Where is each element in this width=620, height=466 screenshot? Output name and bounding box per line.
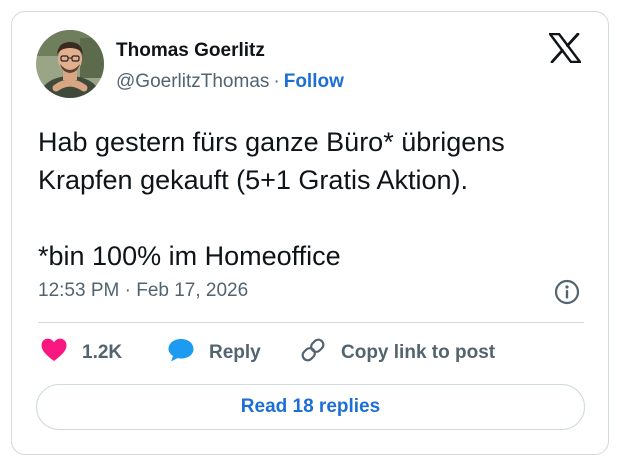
tweet-timestamp[interactable]: 12:53 PM · Feb 17, 2026 xyxy=(38,280,248,302)
follow-button[interactable]: Follow xyxy=(284,71,344,92)
reply-button[interactable]: Reply xyxy=(167,338,261,368)
author-handle[interactable]: @GoerlitzThomas xyxy=(116,71,269,92)
heart-icon xyxy=(40,337,68,369)
tweet-text-line: *bin 100% im Homeoffice xyxy=(38,241,341,271)
reply-label: Reply xyxy=(209,342,261,363)
author-handle-row: @GoerlitzThomas · Follow xyxy=(116,71,344,93)
tweet-text-line: Hab gestern fürs ganze Büro* übrigens xyxy=(38,127,505,157)
copy-link-button[interactable]: Copy link to post xyxy=(299,338,495,368)
avatar[interactable] xyxy=(36,30,104,98)
separator-dot: · xyxy=(273,71,280,92)
divider xyxy=(38,322,584,323)
x-logo-icon[interactable] xyxy=(548,32,582,64)
copy-link-label: Copy link to post xyxy=(341,342,496,363)
read-replies-button[interactable]: Read 18 replies xyxy=(36,384,585,430)
like-count: 1.2K xyxy=(82,342,123,363)
tweet-card: Thomas Goerlitz @GoerlitzThomas · Follow H… xyxy=(11,11,609,455)
info-icon[interactable] xyxy=(554,279,580,305)
tweet-text: Hab gestern fürs ganze Büro* übrigens Kr… xyxy=(38,123,598,275)
tweet-text-line: Krapfen gekauft (5+1 Gratis Aktion). xyxy=(38,165,468,195)
speech-bubble-icon xyxy=(167,337,195,369)
avatar-photo xyxy=(36,30,104,98)
link-icon xyxy=(299,336,327,370)
like-button[interactable]: 1.2K xyxy=(40,338,122,368)
author-name[interactable]: Thomas Goerlitz xyxy=(116,40,265,62)
